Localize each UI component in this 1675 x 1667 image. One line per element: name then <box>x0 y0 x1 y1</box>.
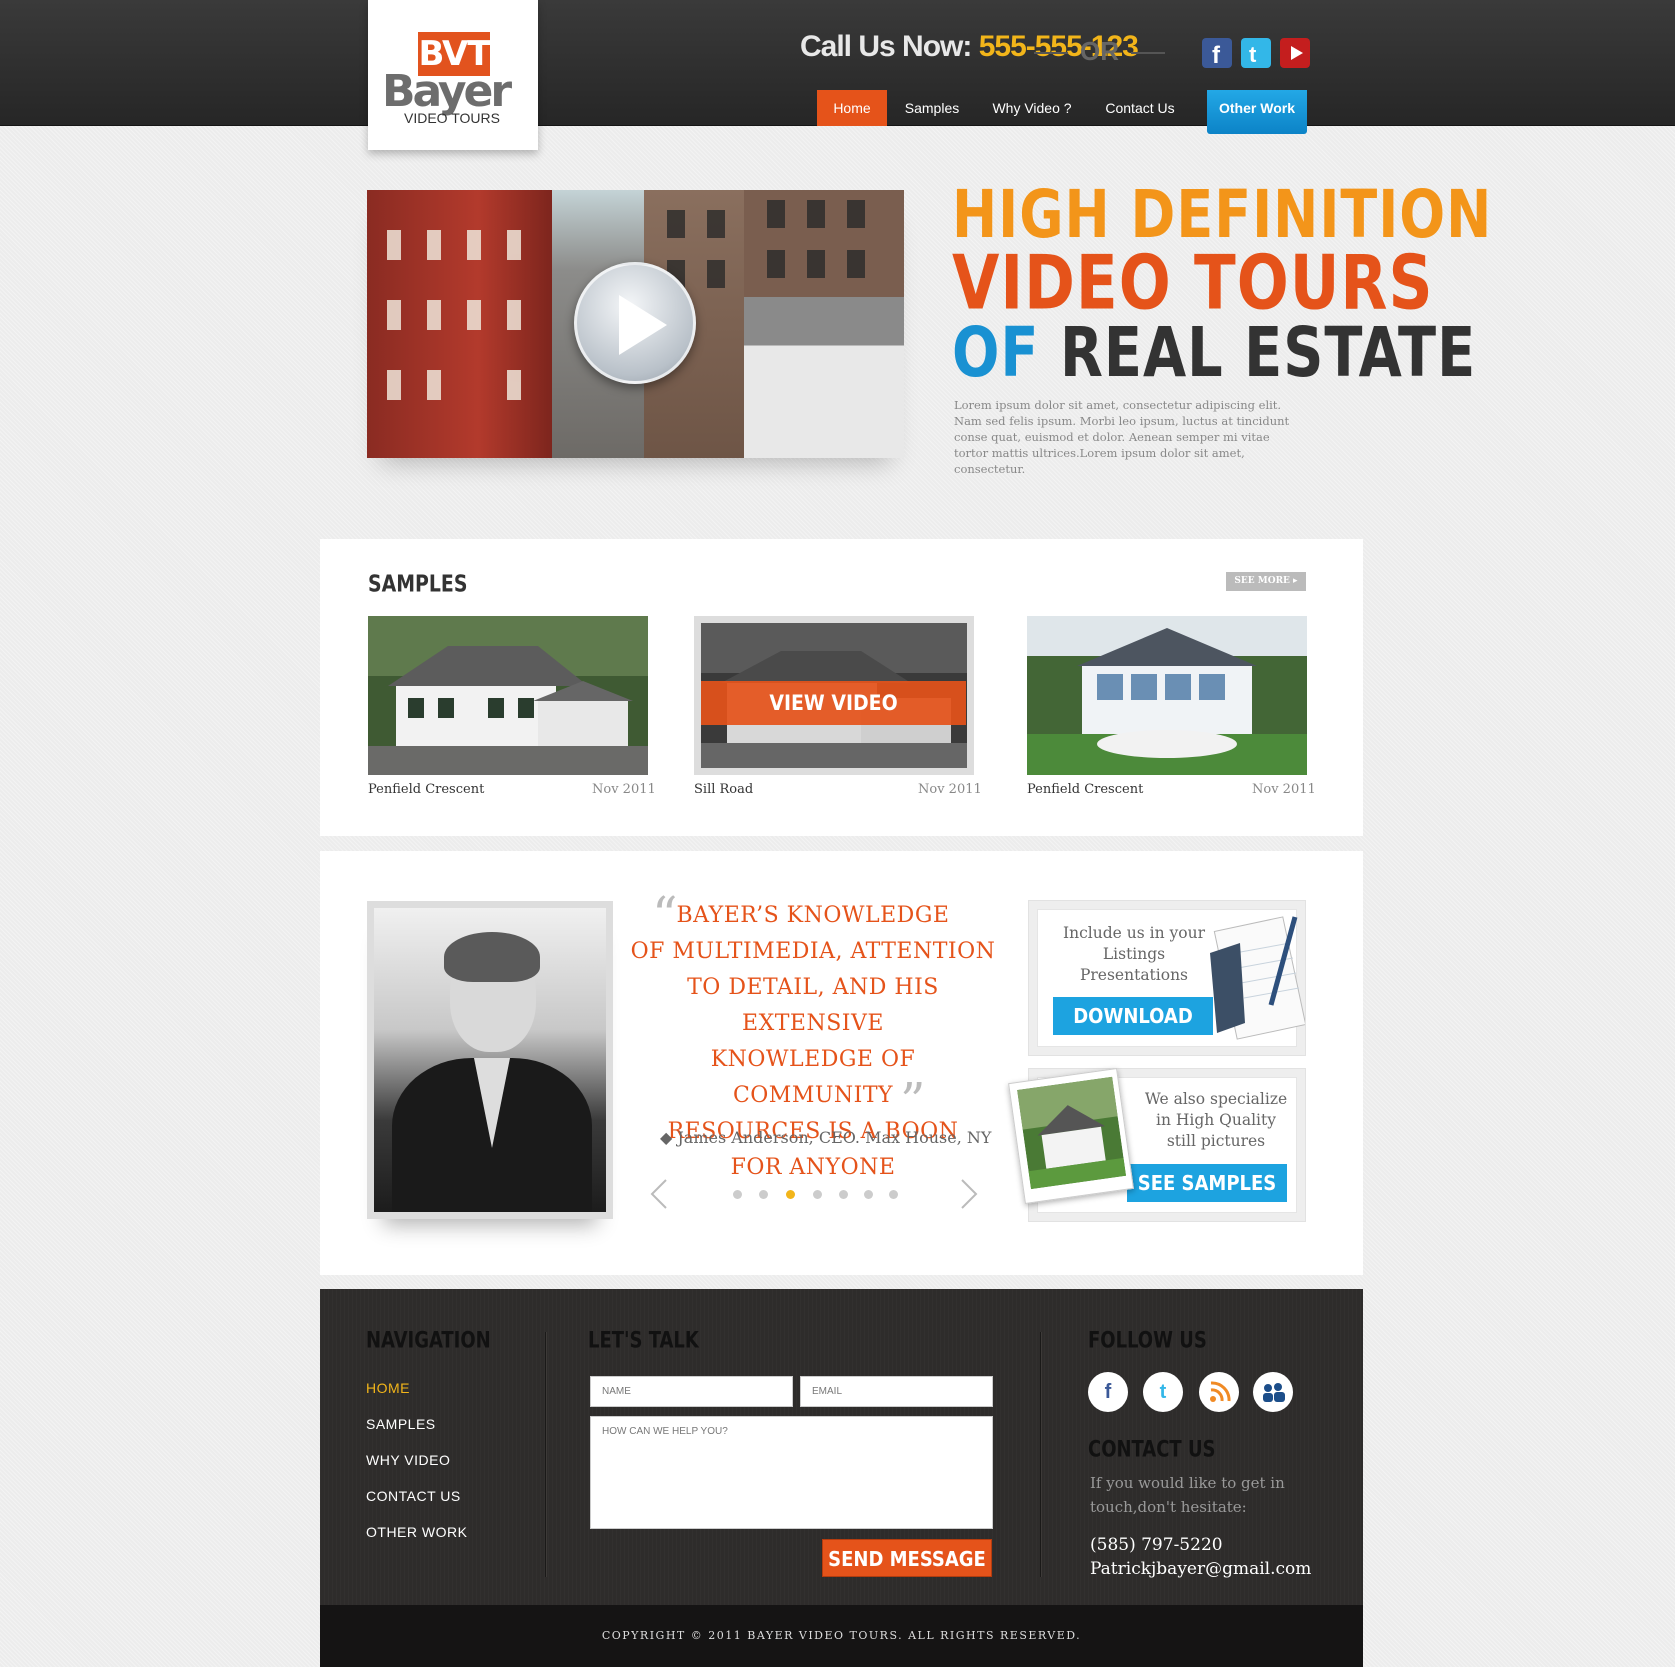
sample-date-1: Nov 2011 <box>592 782 656 797</box>
footer-contact-title: CONTACT US <box>1088 1435 1216 1463</box>
nav-home[interactable]: Home <box>817 90 887 126</box>
sample-date-2: Nov 2011 <box>918 782 982 797</box>
send-message-button[interactable]: SEND MESSAGE <box>822 1539 992 1577</box>
quote-line-1: BAYER’S KNOWLEDGE <box>676 903 950 928</box>
see-samples-button[interactable]: SEE SAMPLES <box>1127 1164 1287 1202</box>
hero-headline-of: OF <box>952 312 1040 393</box>
nav-why-video[interactable]: Why Video ? <box>982 90 1082 126</box>
logo[interactable]: BVT Bayer VIDEO TOURS <box>368 0 538 150</box>
testimonial-author: ◆ James Anderson, CEO. Max House, NY <box>660 1128 992 1147</box>
footer-talk-title: LET'S TALK <box>588 1326 699 1354</box>
myspace-icon[interactable] <box>1253 1372 1293 1412</box>
footer-link-contact-us[interactable]: CONTACT US <box>366 1488 461 1504</box>
quote-line-6: FOR ANYONE <box>730 1155 896 1180</box>
quote-line-2: OF MULTIMEDIA, ATTENTION <box>630 939 996 964</box>
hero-headline-real-estate: REAL ESTATE <box>1059 312 1477 393</box>
footer-link-other-work[interactable]: OTHER WORK <box>366 1524 467 1540</box>
twitter-icon[interactable]: t <box>1241 38 1271 68</box>
name-field[interactable]: NAME <box>590 1376 793 1407</box>
footer-divider-1 <box>545 1332 546 1577</box>
notepad-pencil-icon <box>1210 916 1305 1040</box>
call-label: Call Us Now: <box>800 30 972 63</box>
youtube-icon[interactable] <box>1280 38 1310 68</box>
or-divider: OR <box>1034 36 1165 66</box>
svg-text:f: f <box>1212 42 1221 68</box>
sample-caption-2: Sill Road <box>694 782 754 797</box>
slide-dot-7[interactable] <box>889 1190 898 1199</box>
footer-link-why-video[interactable]: WHY VIDEO <box>366 1452 450 1468</box>
quote-line-3: TO DETAIL, AND HIS EXTENSIVE <box>687 975 939 1036</box>
view-video-button[interactable]: VIEW VIDEO <box>701 681 966 725</box>
close-quote-icon: ” <box>900 1072 926 1130</box>
footer-link-samples[interactable]: SAMPLES <box>366 1416 436 1432</box>
twitter-icon[interactable]: t <box>1143 1372 1183 1412</box>
play-icon[interactable] <box>574 262 696 384</box>
logo-subtitle: VIDEO TOURS <box>404 110 500 126</box>
message-field[interactable]: HOW CAN WE HELP YOU? <box>590 1416 993 1529</box>
polaroid-photo <box>1008 1067 1134 1205</box>
download-promo: Include us in your Listings Presentation… <box>1028 900 1306 1056</box>
sample-caption-3: Penfield Crescent <box>1027 782 1144 797</box>
sample-caption-1: Penfield Crescent <box>368 782 485 797</box>
prev-arrow-icon[interactable] <box>650 1178 668 1210</box>
polaroid-house-image <box>1017 1076 1127 1190</box>
facebook-icon[interactable]: f <box>1088 1372 1128 1412</box>
footer-link-home[interactable]: HOME <box>366 1380 410 1396</box>
footer-follow-title: FOLLOW US <box>1088 1326 1207 1354</box>
download-promo-text: Include us in your Listings Presentation… <box>1063 924 1205 984</box>
slide-dot-1[interactable] <box>733 1190 742 1199</box>
contact-text: If you would like to get in touch,don't … <box>1090 1474 1285 1516</box>
copyright: COPYRIGHT © 2011 BAYER VIDEO TOURS. ALL … <box>320 1605 1363 1667</box>
see-more-label: SEE MORE <box>1234 576 1290 586</box>
samples-title: SAMPLES <box>368 570 468 598</box>
portrait-hair <box>444 932 540 982</box>
author-name: James Anderson, CEO. Max House, NY <box>677 1128 992 1147</box>
contact-email[interactable]: Patrickjbayer@gmail.com <box>1090 1559 1311 1579</box>
footer-divider-2 <box>1040 1332 1041 1577</box>
portrait-photo <box>374 908 606 1212</box>
nav-contact-us[interactable]: Contact Us <box>1093 90 1187 126</box>
slide-dot-2[interactable] <box>759 1190 768 1199</box>
rss-icon[interactable] <box>1199 1372 1239 1412</box>
download-button[interactable]: DOWNLOAD <box>1053 997 1213 1035</box>
nav-samples[interactable]: Samples <box>892 90 972 126</box>
next-arrow-icon[interactable] <box>960 1178 978 1210</box>
contact-phone[interactable]: (585) 797-5220 <box>1090 1535 1223 1555</box>
sample-date-3: Nov 2011 <box>1252 782 1316 797</box>
footer-navigation-title: NAVIGATION <box>366 1326 491 1354</box>
email-field[interactable]: EMAIL <box>800 1376 993 1407</box>
slide-dot-5[interactable] <box>839 1190 848 1199</box>
facebook-icon[interactable]: f <box>1202 38 1232 69</box>
svg-text:t: t <box>1249 42 1257 67</box>
slide-dot-6[interactable] <box>864 1190 873 1199</box>
nav-other-work[interactable]: Other Work <box>1207 90 1307 134</box>
house-image-1 <box>368 616 648 775</box>
stills-promo-text: We also specialize in High Quality still… <box>1144 1090 1288 1150</box>
see-more-button[interactable]: SEE MORE ▸ <box>1226 572 1306 591</box>
testimonial-portrait <box>367 901 613 1219</box>
house-image-3 <box>1027 616 1307 775</box>
slide-dot-3[interactable] <box>786 1190 795 1199</box>
sample-thumbnail-1[interactable] <box>368 616 648 775</box>
hero-headline-3: OF REAL ESTATE <box>952 312 1476 392</box>
hero-description: Lorem ipsum dolor sit amet, consectetur … <box>954 398 1290 476</box>
sample-thumbnail-3[interactable] <box>1027 616 1307 775</box>
slide-dot-4[interactable] <box>813 1190 822 1199</box>
quote-line-4: KNOWLEDGE OF COMMUNITY <box>710 1047 916 1108</box>
